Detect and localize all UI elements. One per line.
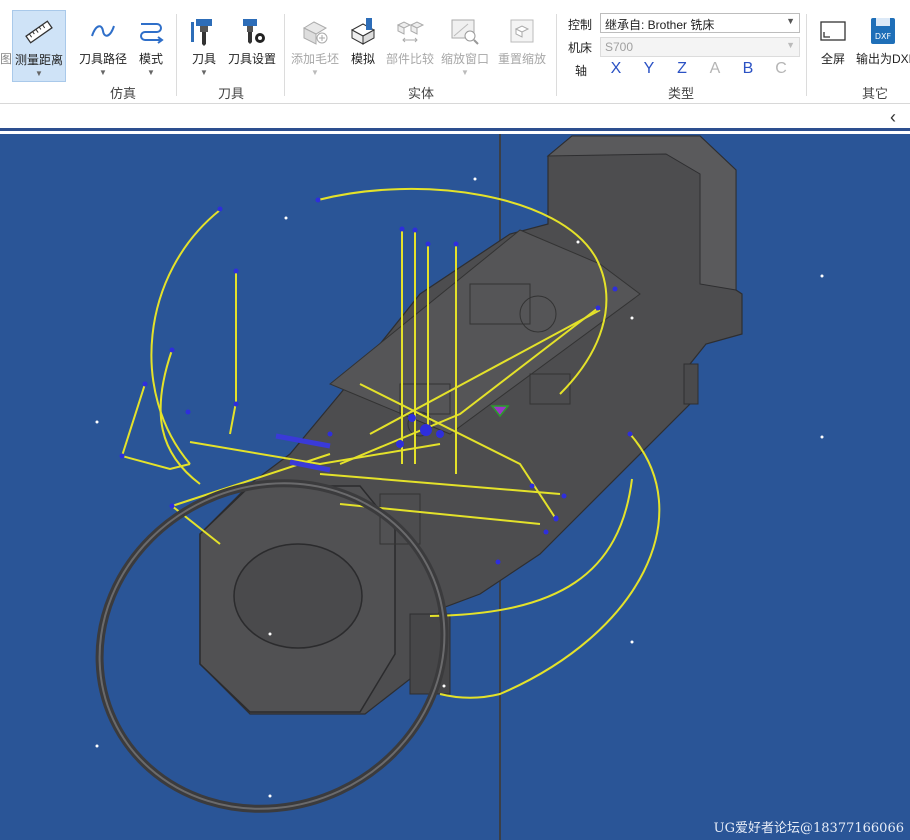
axis-x-button[interactable]: X: [605, 58, 627, 80]
group-solid-label: 实体: [407, 86, 434, 101]
separator: [556, 14, 557, 96]
end-mill-icon: [191, 19, 212, 46]
measure-distance-label: 测量距离: [14, 53, 63, 67]
prev-view-label: 图: [0, 52, 13, 66]
chevron-down-icon: ▼: [786, 40, 795, 50]
control-label: 控制: [568, 18, 593, 32]
add-stock-button[interactable]: 添加毛坯 ▼: [288, 10, 342, 82]
compare-icon: [396, 21, 425, 43]
measure-distance-button[interactable]: 测量距离 ▼: [12, 10, 66, 82]
axis-a-button[interactable]: A: [704, 58, 726, 80]
add-stock-label: 添加毛坯: [290, 52, 339, 66]
zoom-window-icon: [451, 19, 479, 45]
viewport-scene: [95, 134, 824, 840]
reset-zoom-button[interactable]: 重置缩放: [494, 10, 550, 82]
dxf-badge-text: DXF: [875, 32, 892, 41]
compare-parts-button[interactable]: 部件比较: [384, 10, 436, 82]
tool-settings-label: 刀具设置: [227, 52, 276, 66]
machined-part-model: [199, 135, 743, 715]
axis-label: 轴: [575, 64, 588, 78]
ruler-icon: [25, 20, 53, 44]
add-stock-icon: [302, 21, 328, 45]
separator: [176, 14, 177, 96]
fullscreen-label: 全屏: [820, 52, 845, 66]
tool-settings-icon: [243, 19, 265, 44]
separator: [284, 14, 285, 96]
zoom-window-label: 缩放窗口: [440, 52, 489, 66]
tool-settings-button[interactable]: 刀具设置: [226, 10, 278, 82]
control-select-value: 继承自: Brother 铣床: [605, 18, 715, 32]
reset-zoom-label: 重置缩放: [497, 52, 546, 66]
control-select[interactable]: 继承自: Brother 铣床 ▼: [600, 13, 800, 33]
simulate-icon: [350, 18, 376, 45]
machine-label: 机床: [568, 41, 593, 55]
collapse-panel-icon[interactable]: ‹: [890, 107, 896, 128]
tool-button[interactable]: 刀具 ▼: [184, 10, 224, 82]
panel-header-bar: ‹: [0, 105, 910, 131]
axis-b-button[interactable]: B: [737, 58, 759, 80]
chevron-down-icon: ▼: [99, 68, 107, 77]
separator: [806, 14, 807, 96]
zoom-window-button[interactable]: 缩放窗口 ▼: [438, 10, 492, 82]
toolpath-button[interactable]: 刀具路径 ▼: [76, 10, 130, 82]
chevron-down-icon: ▼: [786, 16, 795, 26]
compare-parts-label: 部件比较: [385, 52, 434, 66]
reset-zoom-icon: [510, 19, 534, 43]
mode-label: 模式: [138, 52, 163, 66]
chevron-down-icon: ▼: [35, 69, 43, 78]
axis-c-button[interactable]: C: [770, 58, 792, 80]
chevron-down-icon: ▼: [147, 68, 155, 77]
mode-icon: [140, 23, 164, 44]
chevron-down-icon: ▼: [461, 68, 469, 77]
watermark-text: UG爱好者论坛@18377166066: [713, 821, 904, 836]
export-dxf-label: 输出为DXF: [856, 52, 910, 66]
machine-select-value: S700: [605, 40, 634, 54]
group-tool-label: 刀具: [217, 86, 244, 101]
tool-label: 刀具: [191, 52, 216, 66]
fullscreen-button[interactable]: 全屏: [814, 10, 852, 82]
group-type-label: 类型: [667, 86, 694, 101]
export-dxf-button[interactable]: DXF 输出为DXF: [854, 10, 910, 82]
toolpath-icon: [91, 25, 115, 37]
simulate-button[interactable]: 模拟: [344, 10, 382, 82]
ribbon-toolbar: 图 测量距离 ▼ 刀具路径 ▼ 模式 ▼ 仿真 刀具 ▼ 刀具设置 刀具 添加毛…: [0, 0, 910, 104]
chevron-down-icon: ▼: [200, 68, 208, 77]
prev-view-button-partial[interactable]: 图: [0, 10, 12, 82]
save-dxf-icon: DXF: [871, 18, 895, 44]
mode-button[interactable]: 模式 ▼: [132, 10, 170, 82]
simulation-viewport[interactable]: UG爱好者论坛@18377166066: [0, 134, 910, 840]
group-simulation-label: 仿真: [109, 86, 136, 101]
simulate-label: 模拟: [350, 52, 375, 66]
axis-y-button[interactable]: Y: [638, 58, 660, 80]
chevron-down-icon: ▼: [311, 68, 319, 77]
group-other-label: 其它: [861, 86, 888, 101]
fullscreen-icon: [820, 21, 846, 41]
axis-z-button[interactable]: Z: [671, 58, 693, 80]
machine-select[interactable]: S700 ▼: [600, 37, 800, 57]
toolpath-label: 刀具路径: [78, 52, 127, 66]
